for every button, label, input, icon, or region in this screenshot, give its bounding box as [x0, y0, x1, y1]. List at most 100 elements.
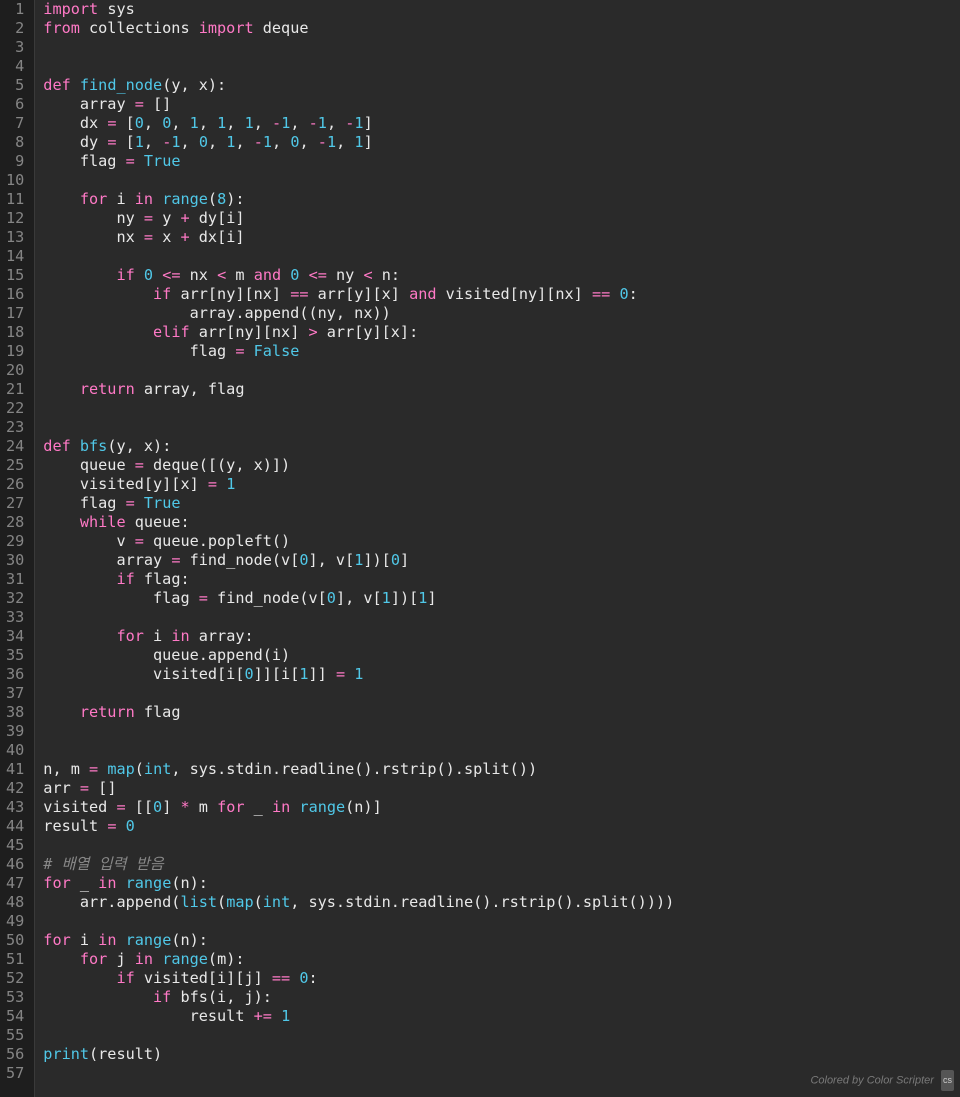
token-id: dx[i] — [190, 228, 245, 246]
token-op: + — [180, 209, 189, 227]
token-id: , — [208, 133, 226, 151]
token-kw: import — [199, 19, 254, 37]
token-id: ]] — [309, 665, 336, 683]
token-id — [43, 1026, 52, 1044]
token-id: flag: — [135, 570, 190, 588]
code-line: if arr[ny][nx] == arr[y][x] and visited[… — [43, 285, 960, 304]
code-line: visited[y][x] = 1 — [43, 475, 960, 494]
token-id: x — [153, 228, 180, 246]
token-id: n, m — [43, 760, 89, 778]
line-number: 2 — [6, 19, 24, 38]
token-op: = — [135, 456, 144, 474]
token-id: dy — [43, 133, 107, 151]
token-id — [43, 418, 52, 436]
token-id — [272, 1007, 281, 1025]
line-number: 37 — [6, 684, 24, 703]
token-kw: for — [43, 874, 70, 892]
token-id: bfs(i, j): — [171, 988, 272, 1006]
token-op: < — [363, 266, 372, 284]
line-number: 43 — [6, 798, 24, 817]
line-number: 9 — [6, 152, 24, 171]
token-kw: and — [409, 285, 436, 303]
token-id: , — [181, 133, 199, 151]
token-id: i — [107, 190, 134, 208]
line-number: 21 — [6, 380, 24, 399]
token-id: queue.append(i) — [43, 646, 290, 664]
code-line: import sys — [43, 0, 960, 19]
token-id — [43, 361, 52, 379]
token-fn: bfs — [80, 437, 107, 455]
token-op: - — [272, 114, 281, 132]
line-number: 42 — [6, 779, 24, 798]
token-cm: # 배열 입력 받음 — [43, 855, 163, 873]
token-id: array.append((ny, nx)) — [43, 304, 390, 322]
token-id: (n): — [171, 931, 208, 949]
token-id — [43, 741, 52, 759]
line-number: 15 — [6, 266, 24, 285]
token-id: flag — [43, 342, 235, 360]
token-id: (y, x): — [162, 76, 226, 94]
token-op: > — [308, 323, 317, 341]
line-number: 7 — [6, 114, 24, 133]
token-id: result — [43, 1007, 253, 1025]
token-op: + — [180, 228, 189, 246]
token-id: , — [327, 114, 345, 132]
token-id: arr[y][x] — [309, 285, 410, 303]
token-kw: if — [116, 570, 134, 588]
code-line: ny = y + dy[i] — [43, 209, 960, 228]
code-line: arr.append(list(map(int, sys.stdin.readl… — [43, 893, 960, 912]
code-line — [43, 57, 960, 76]
token-id: nx — [43, 228, 144, 246]
token-id: queue: — [126, 513, 190, 531]
token-num: 0 — [619, 285, 628, 303]
token-num: 8 — [217, 190, 226, 208]
token-num: 1 — [354, 665, 363, 683]
token-fn: True — [144, 152, 181, 170]
line-number: 27 — [6, 494, 24, 513]
line-number: 14 — [6, 247, 24, 266]
code-area[interactable]: import sysfrom collections import deque … — [35, 0, 960, 1097]
token-id: queue.popleft() — [144, 532, 290, 550]
token-num: 0 — [290, 133, 299, 151]
line-number: 16 — [6, 285, 24, 304]
code-line: flag = True — [43, 494, 960, 513]
token-op: <= — [309, 266, 327, 284]
token-id — [43, 57, 52, 75]
token-id — [43, 627, 116, 645]
token-kw: for — [43, 931, 70, 949]
token-kw: elif — [153, 323, 190, 341]
token-id — [43, 190, 80, 208]
token-id: ( — [135, 760, 144, 778]
line-number: 18 — [6, 323, 24, 342]
token-id — [116, 817, 125, 835]
token-id — [244, 342, 253, 360]
token-num: 1 — [171, 133, 180, 151]
line-number: 45 — [6, 836, 24, 855]
token-id — [153, 266, 162, 284]
line-number: 25 — [6, 456, 24, 475]
token-kw: def — [43, 437, 70, 455]
token-op: == — [290, 285, 308, 303]
token-op: - — [162, 133, 171, 151]
code-line: def bfs(y, x): — [43, 437, 960, 456]
token-fn: range — [126, 874, 172, 892]
token-kw: for — [80, 950, 107, 968]
token-id — [71, 437, 80, 455]
token-id — [43, 912, 52, 930]
token-fn: map — [107, 760, 134, 778]
token-num: 1 — [318, 114, 327, 132]
token-id: visited[i[ — [43, 665, 244, 683]
token-op: = — [116, 798, 125, 816]
line-number: 34 — [6, 627, 24, 646]
code-line: # 배열 입력 받음 — [43, 855, 960, 874]
token-id: array — [43, 95, 134, 113]
token-kw: return — [80, 703, 135, 721]
token-op: = — [144, 228, 153, 246]
token-id: visited — [43, 798, 116, 816]
token-num: 1 — [217, 114, 226, 132]
token-id: nx — [181, 266, 218, 284]
token-fn: range — [162, 190, 208, 208]
token-fn: range — [126, 931, 172, 949]
token-id: ] — [162, 798, 180, 816]
code-line: for _ in range(n): — [43, 874, 960, 893]
